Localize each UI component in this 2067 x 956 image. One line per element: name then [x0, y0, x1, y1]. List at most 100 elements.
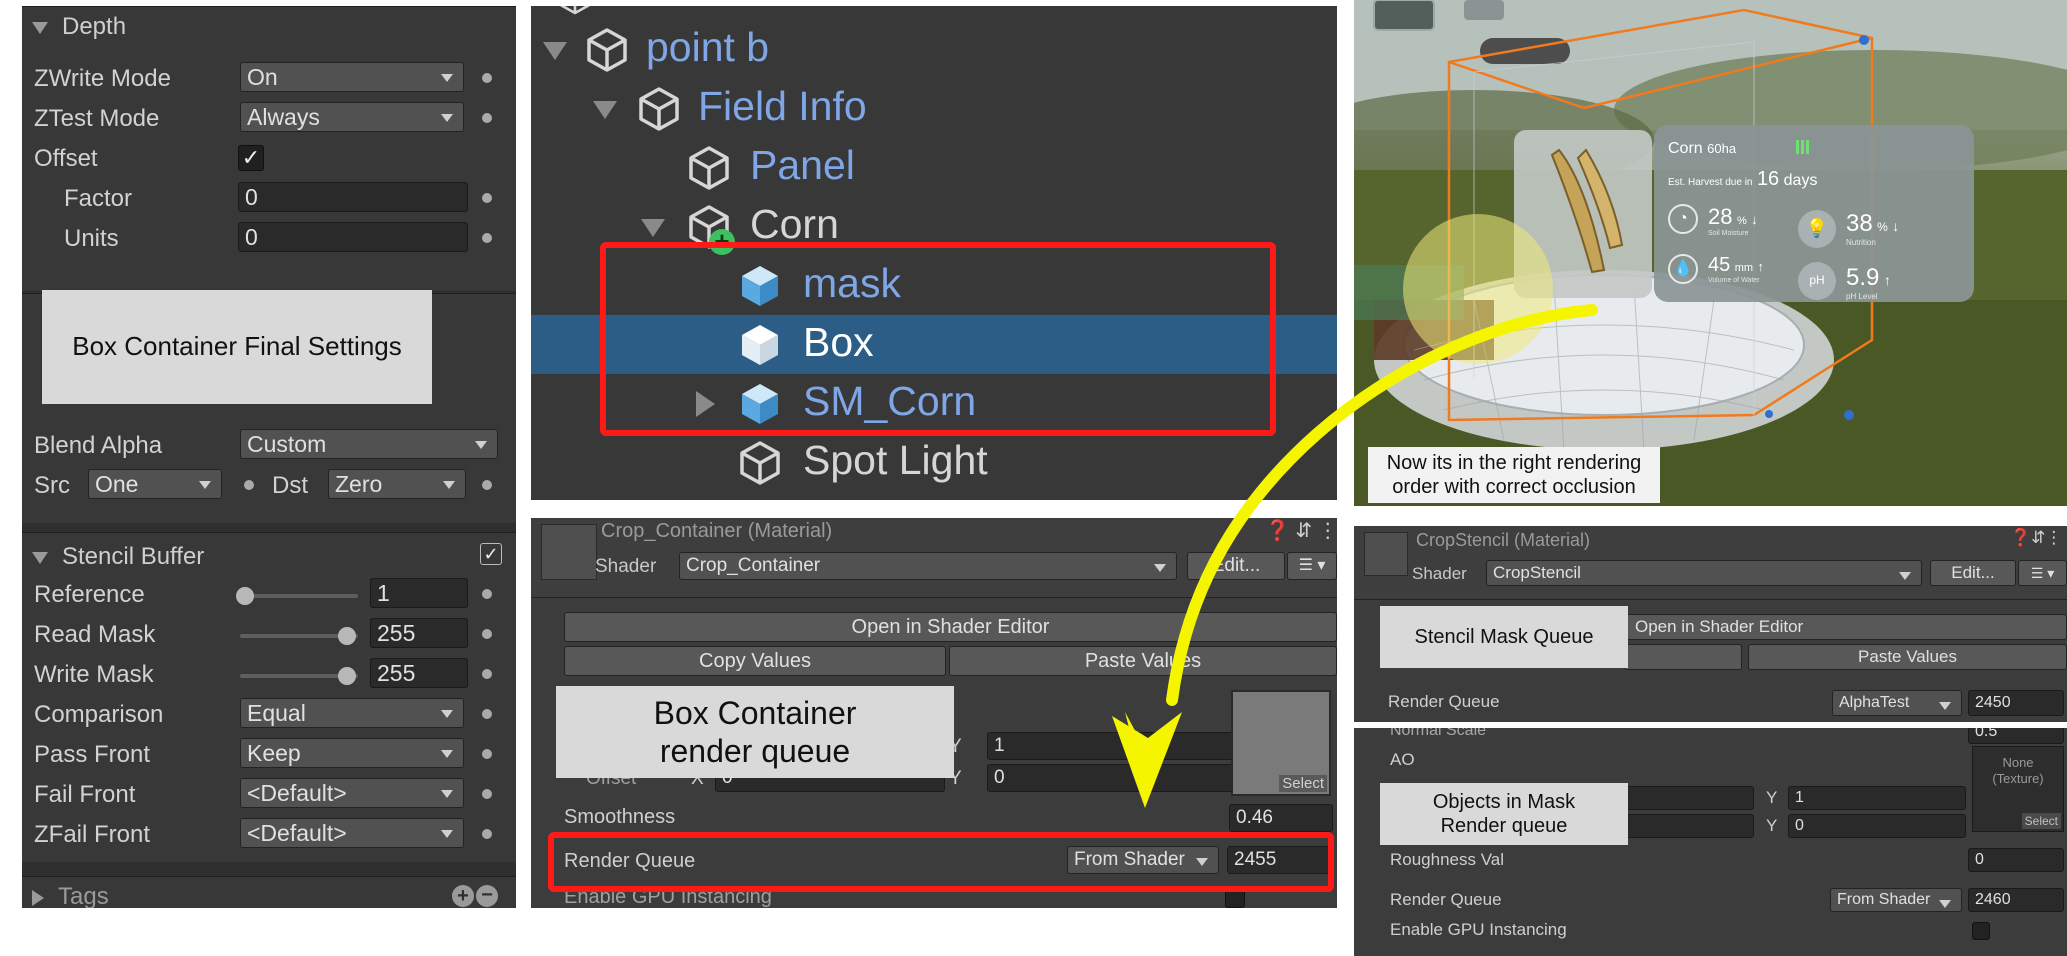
reference-slider-track[interactable]	[240, 594, 358, 598]
hierarchy-item-panel[interactable]: Panel	[531, 138, 1337, 197]
copy-values-button[interactable]	[1624, 644, 1742, 670]
hierarchy-item-field-info[interactable]: Field Info	[531, 79, 1337, 138]
chevron-down-icon	[593, 101, 617, 119]
card-area: 60ha	[1707, 141, 1737, 156]
chevron-down-icon	[199, 481, 211, 489]
gpu-instancing-checkbox[interactable]	[1972, 922, 1990, 940]
texture-none-line2: (Texture)	[1992, 771, 2044, 786]
roughness-input[interactable]: 0	[1968, 848, 2064, 872]
stencil-mask-queue-text: Stencil Mask Queue	[1414, 626, 1594, 648]
zfail-front-dropdown[interactable]: <Default>	[240, 818, 464, 848]
hierarchy-item-spot-light[interactable]: Spot Light	[531, 433, 1337, 492]
checkmark-icon: ✓	[483, 544, 499, 564]
soil-moisture-icon: ◔	[1668, 204, 1698, 234]
highlight-box-render-queue	[548, 832, 1334, 892]
open-shader-editor-button[interactable]: Open in Shader Editor	[1624, 614, 2067, 640]
ph-label: pH Level	[1846, 292, 1878, 301]
comparison-value: Equal	[247, 700, 306, 726]
zwrite-label: ZWrite Mode	[34, 65, 171, 92]
render-queue-label: Render Queue	[1388, 692, 1500, 711]
settings-sliders-icon[interactable]: ⇵	[2031, 528, 2045, 547]
units-label: Units	[64, 225, 119, 252]
settings-sliders-icon[interactable]: ⇵	[1295, 520, 1312, 542]
tiling-y-input[interactable]: 1	[1788, 786, 1966, 810]
write-mask-slider-knob[interactable]	[338, 667, 356, 685]
smoothness-label: Smoothness	[564, 806, 676, 828]
offset-y-input[interactable]: 0	[987, 764, 1235, 792]
write-mask-input[interactable]: 255	[370, 658, 468, 688]
texture-slot[interactable]: Select	[1231, 690, 1331, 796]
factor-input[interactable]: 0	[238, 182, 468, 212]
texture-select-button[interactable]: Select	[2021, 813, 2061, 829]
copy-values-button[interactable]: Copy Values	[564, 646, 946, 676]
help-icon[interactable]: ❓	[1265, 520, 1290, 542]
fail-front-dropdown[interactable]: <Default>	[240, 778, 464, 808]
shader-options-button[interactable]: ☰ ▾	[2018, 560, 2067, 586]
edit-shader-button[interactable]: Edit...	[1930, 560, 2016, 586]
chevron-down-icon	[441, 710, 453, 718]
render-queue-mode-dropdown[interactable]: AlphaTest	[1832, 690, 1962, 716]
comparison-dropdown[interactable]: Equal	[240, 698, 464, 728]
hierarchy-item-point-b[interactable]: point b	[531, 20, 1337, 79]
read-mask-slider-knob[interactable]	[338, 627, 356, 645]
shader-dropdown[interactable]: CropStencil	[1486, 560, 1922, 586]
src-dropdown[interactable]: One	[88, 469, 222, 499]
tiling-y-input[interactable]: 1	[987, 732, 1235, 760]
tiling-x-input[interactable]	[1624, 786, 1754, 810]
offset-checkbox[interactable]: ✓	[238, 145, 264, 171]
callout-line-1: Objects in Mask	[1432, 791, 1576, 813]
paste-values-button[interactable]: Paste Values	[949, 646, 1337, 676]
blend-alpha-dropdown[interactable]: Custom	[240, 429, 498, 459]
roughness-label: Roughness Val	[1390, 850, 1505, 869]
highlight-box-prefabs	[600, 242, 1276, 436]
pass-front-row: Pass Front Keep	[22, 735, 516, 775]
dst-dropdown[interactable]: Zero	[328, 469, 466, 499]
offset-x-input[interactable]	[1624, 814, 1754, 838]
ao-label: AO	[1390, 750, 1415, 769]
shader-options-button[interactable]: ☰ ▾	[1287, 552, 1337, 580]
property-dot-icon	[482, 789, 492, 799]
property-dot-icon	[482, 480, 492, 490]
stencil-enable-checkbox[interactable]: ✓	[480, 543, 502, 565]
more-vert-icon[interactable]: ⋮	[1318, 520, 1337, 542]
help-icon[interactable]: ❓	[2010, 528, 2031, 547]
more-vert-icon[interactable]: ⋮	[2045, 528, 2062, 547]
paste-values-button[interactable]: Paste Values	[1748, 644, 2067, 670]
render-queue-input[interactable]: 2450	[1968, 690, 2064, 716]
offset-y-input[interactable]: 0	[1788, 814, 1966, 838]
soil-metric: 28 % ↓ Soil Moisture	[1708, 204, 1758, 237]
pass-front-dropdown[interactable]: Keep	[240, 738, 464, 768]
gpu-instancing-label: Enable GPU Instancing	[1390, 920, 1567, 939]
material-title: Crop_Container (Material)	[601, 520, 833, 542]
tags-header[interactable]: Tags	[32, 883, 109, 908]
normal-scale-input[interactable]: 0.5	[1968, 728, 2064, 744]
smoothness-input[interactable]: 0.46	[1229, 804, 1333, 832]
render-queue-mode: AlphaTest	[1839, 694, 1910, 711]
zfail-front-label: ZFail Front	[34, 821, 151, 848]
open-shader-editor-button[interactable]: Open in Shader Editor	[564, 612, 1337, 642]
edit-shader-button[interactable]: Edit...	[1187, 552, 1285, 580]
shader-dropdown[interactable]: Crop_Container	[679, 552, 1177, 580]
property-dot-icon	[482, 193, 492, 203]
reference-input[interactable]: 1	[370, 578, 468, 608]
comparison-label: Comparison	[34, 701, 164, 728]
depth-header[interactable]: Depth	[32, 13, 126, 41]
soil-unit: %	[1736, 215, 1747, 227]
property-dot-icon	[482, 73, 492, 83]
nutrition-value: 38	[1846, 210, 1873, 237]
hierarchy-label: Corn	[750, 201, 839, 247]
render-queue-mode-dropdown[interactable]: From Shader	[1830, 888, 1962, 912]
minus-icon[interactable]: −	[476, 885, 498, 907]
gameobject-cube-icon	[689, 146, 729, 190]
zwrite-dropdown[interactable]: On	[240, 62, 464, 92]
reference-slider-knob[interactable]	[236, 587, 254, 605]
ao-texture-slot[interactable]: None (Texture) Select	[1972, 746, 2064, 832]
units-input[interactable]: 0	[238, 222, 468, 252]
render-queue-input[interactable]: 2460	[1968, 888, 2064, 912]
texture-select-button[interactable]: Select	[1279, 775, 1327, 792]
read-mask-input[interactable]: 255	[370, 618, 468, 648]
plus-icon[interactable]: +	[452, 885, 474, 907]
ztest-dropdown[interactable]: Always	[240, 102, 464, 132]
stencil-header[interactable]: Stencil Buffer	[32, 543, 204, 571]
hierarchy-label: Panel	[750, 142, 855, 188]
